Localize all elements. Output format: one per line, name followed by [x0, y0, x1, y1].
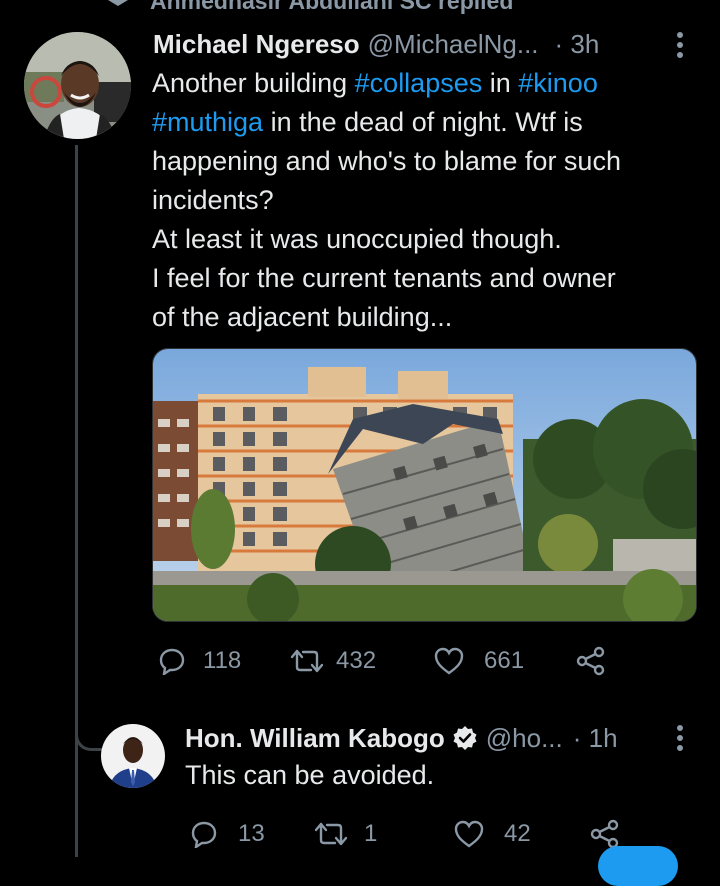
building-collapse-photo: [153, 349, 696, 621]
share-icon: [576, 646, 605, 676]
reply-author-name[interactable]: Hon. William Kabogo: [185, 723, 445, 754]
tweet-header: Michael Ngereso @MichaelNg... · 3h: [153, 26, 693, 62]
reply-like-count: 42: [504, 820, 531, 847]
more-icon[interactable]: [672, 31, 688, 59]
reply-more-icon[interactable]: [672, 724, 688, 752]
tweet-actions: 118 432 661: [158, 643, 678, 679]
reply-text: This can be avoided.: [185, 760, 435, 790]
reply-tweet[interactable]: Hon. William Kabogo @ho... · 1h This can…: [0, 710, 720, 857]
reply-time[interactable]: · 1h: [573, 723, 618, 754]
reply-button[interactable]: 118: [158, 647, 290, 675]
tweet-text-segment: Another building: [152, 68, 355, 98]
tweet-media[interactable]: [152, 348, 697, 622]
hashtag-link[interactable]: #kinoo: [518, 68, 598, 98]
like-icon: [454, 820, 484, 848]
reply-header: Hon. William Kabogo @ho... · 1h: [185, 720, 655, 756]
retweet-button[interactable]: 432: [290, 647, 434, 675]
reply-count: 118: [203, 647, 242, 674]
author-name[interactable]: Michael Ngereso: [153, 29, 360, 60]
avatar[interactable]: [24, 32, 131, 139]
reply-icon: [191, 821, 217, 848]
reply-author-handle[interactable]: @ho...: [486, 723, 563, 754]
reply-avatar[interactable]: [101, 724, 165, 788]
retweet-icon: [314, 822, 348, 846]
retweet-count: 432: [336, 647, 377, 674]
reply-actions: 13 1 42: [190, 816, 670, 852]
tweet-time[interactable]: · 3h: [555, 29, 600, 60]
reply-icon: [159, 648, 185, 675]
like-button[interactable]: 661: [434, 647, 576, 675]
tweet-text-segment: in: [482, 68, 519, 98]
compose-button[interactable]: [598, 846, 678, 886]
reply-share-button[interactable]: [590, 819, 620, 849]
reply-avatar-photo: [101, 724, 165, 788]
reply-reply-button[interactable]: 13: [190, 820, 314, 848]
author-handle[interactable]: @MichaelNg...: [368, 29, 539, 60]
share-icon: [590, 819, 619, 849]
reply-retweet-button[interactable]: 1: [314, 820, 454, 848]
avatar-photo: [24, 32, 131, 139]
like-icon: [434, 647, 464, 675]
tweet-text: Another building #collapses in #kinoo #m…: [152, 64, 700, 337]
verified-icon: [453, 726, 477, 750]
reply-retweet-count: 1: [364, 820, 378, 847]
main-tweet[interactable]: Michael Ngereso @MichaelNg... · 3h Anoth…: [0, 0, 720, 700]
tweet-text-segment: in the dead of night. Wtf is happening a…: [152, 107, 621, 332]
like-count: 661: [484, 647, 525, 674]
reply-like-button[interactable]: 42: [454, 820, 590, 848]
reply-reply-count: 13: [238, 820, 265, 847]
hashtag-link[interactable]: #muthiga: [152, 107, 263, 137]
hashtag-link[interactable]: #collapses: [355, 68, 483, 98]
share-button[interactable]: [576, 646, 606, 676]
retweet-icon: [290, 649, 324, 673]
